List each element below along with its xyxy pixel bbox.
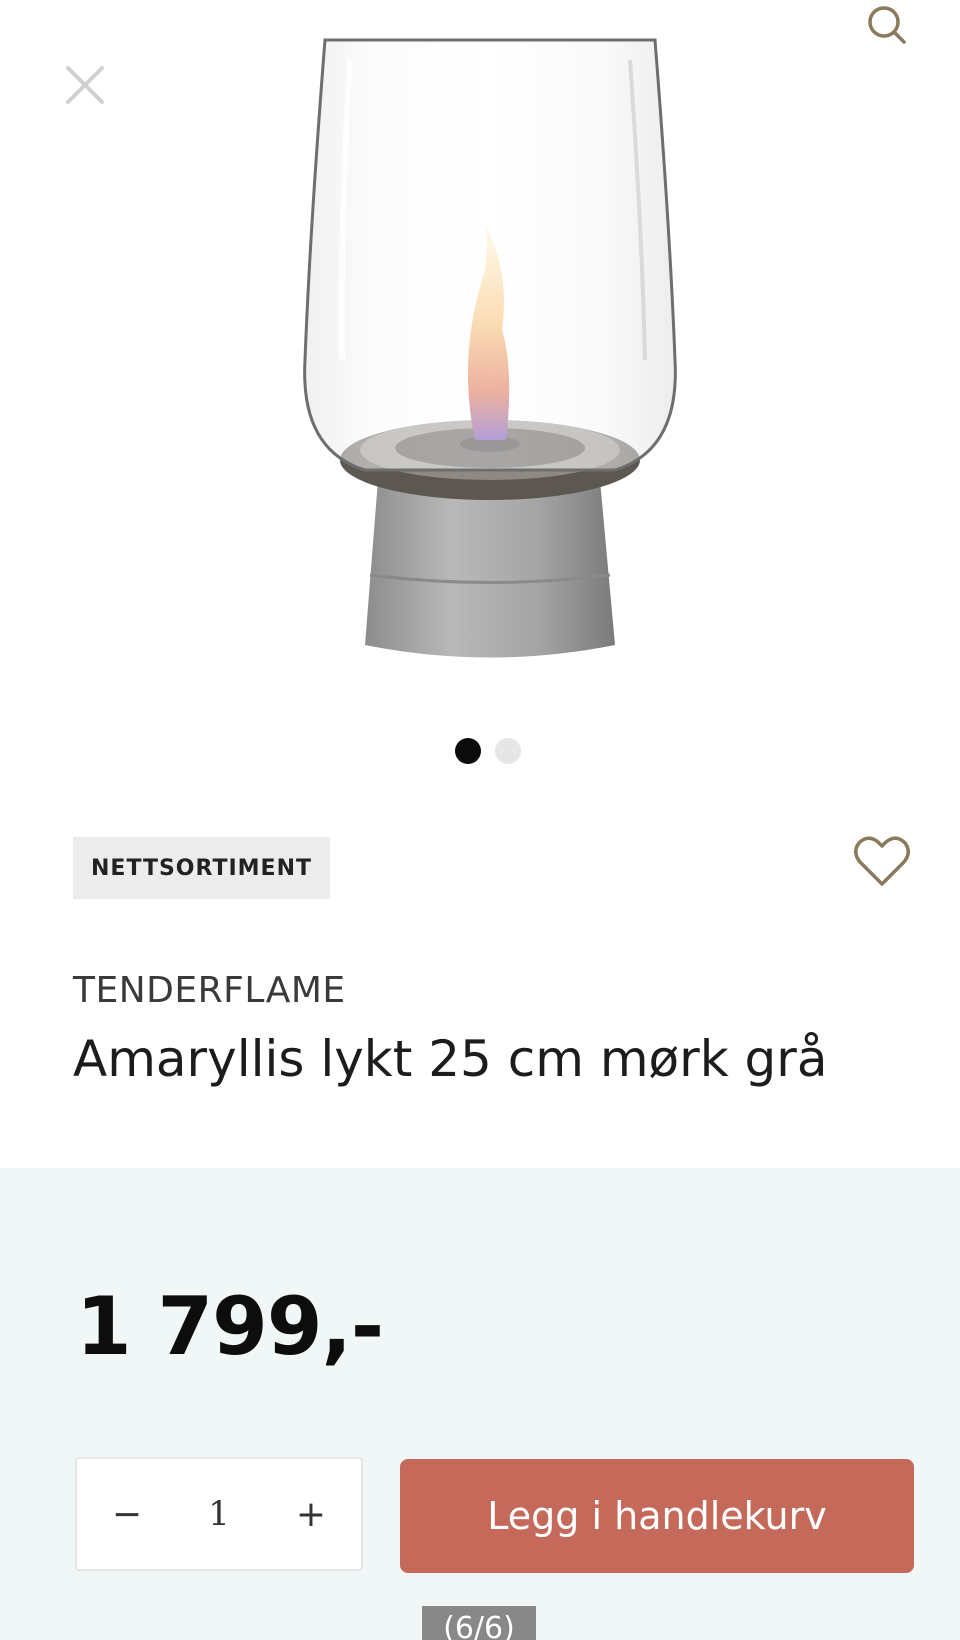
search-icon: [868, 6, 906, 44]
decrement-button[interactable]: −: [97, 1484, 157, 1544]
product-title: Amaryllis lykt 25 cm mørk grå: [73, 1030, 828, 1088]
product-image-lantern[interactable]: [270, 30, 710, 670]
web-assortment-badge: NETTSORTIMENT: [73, 837, 330, 899]
search-button[interactable]: [862, 2, 912, 48]
product-brand[interactable]: TENDERFLAME: [73, 970, 346, 1011]
increment-button[interactable]: +: [281, 1484, 341, 1544]
product-gallery-area: NETTSORTIMENT TENDERFLAME Amaryllis lykt…: [0, 0, 960, 1140]
pager-dot-1[interactable]: [455, 738, 481, 764]
add-to-cart-button[interactable]: Legg i handlekurv: [400, 1459, 914, 1573]
favorite-button[interactable]: [850, 830, 914, 894]
close-button[interactable]: [62, 62, 108, 108]
close-icon: [66, 66, 104, 104]
image-pager: [455, 738, 521, 764]
heart-icon: [854, 836, 910, 886]
product-price: 1 799,-: [76, 1280, 384, 1373]
quantity-value[interactable]: 1: [208, 1494, 230, 1534]
quantity-stepper: − 1 +: [75, 1457, 363, 1571]
pager-dot-2[interactable]: [495, 738, 521, 764]
image-counter-overlay: (6/6): [422, 1606, 536, 1640]
